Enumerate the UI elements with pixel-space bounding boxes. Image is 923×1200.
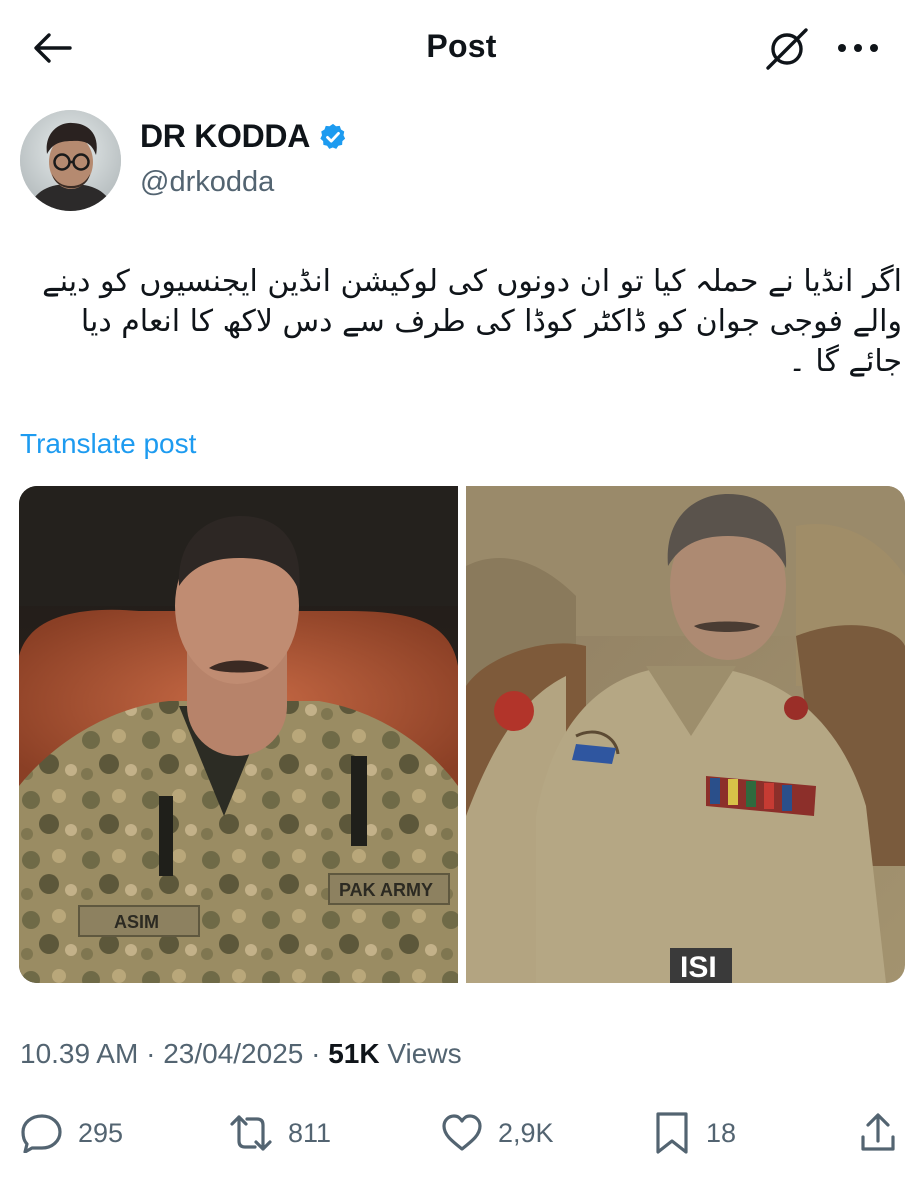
bookmark-icon [656, 1112, 688, 1154]
top-bar: Post [0, 0, 923, 96]
post-text: اگر انڈیا نے حملہ کیا تو ان دونوں کی لوک… [42, 264, 902, 379]
repost-button[interactable]: 811 [228, 1108, 331, 1158]
reply-button[interactable]: 295 [20, 1108, 123, 1158]
photo-right: ISI [466, 486, 905, 983]
meta-separator: · [146, 1038, 156, 1069]
bookmark-button[interactable]: 18 [652, 1108, 736, 1158]
post-media: PAK ARMY ASIM ISI [19, 486, 905, 983]
translate-post-link[interactable]: Translate post [20, 428, 196, 460]
views-count[interactable]: 51K [328, 1038, 379, 1069]
views-label: Views [387, 1038, 462, 1069]
like-button[interactable]: 2,9K [440, 1108, 554, 1158]
post-date[interactable]: 23/04/2025 [163, 1038, 303, 1069]
verified-badge-icon [320, 123, 346, 149]
reply-count: 295 [78, 1117, 124, 1148]
bookmark-count: 18 [706, 1117, 737, 1148]
grok-slash-icon [766, 28, 808, 70]
like-count: 2,9K [498, 1117, 554, 1148]
post-page: Post DR KODDA @drkodda اگر انڈیا نے حملہ… [0, 0, 923, 1200]
meta-separator: · [311, 1038, 321, 1069]
repost-icon [230, 1115, 272, 1151]
author-handle[interactable]: @drkodda [140, 166, 274, 199]
more-button[interactable] [828, 26, 888, 70]
display-name: DR KODDA [140, 118, 311, 154]
svg-text:PAK ARMY: PAK ARMY [339, 880, 433, 900]
media-photo-2[interactable]: ISI [466, 486, 905, 983]
media-overlay-text: ISI [680, 951, 717, 983]
grok-button[interactable] [760, 24, 814, 74]
avatar[interactable] [20, 110, 121, 211]
post-actions: 295 811 2,9K 18 [0, 1108, 923, 1158]
photo-left: PAK ARMY ASIM [19, 486, 458, 983]
author-name-row[interactable]: DR KODDA [140, 118, 348, 155]
heart-icon [442, 1114, 482, 1151]
share-icon [861, 1113, 895, 1151]
repost-count: 811 [288, 1117, 332, 1148]
post-meta: 10.39 AM · 23/04/2025 · 51K Views [20, 1038, 462, 1070]
media-photo-1[interactable]: PAK ARMY ASIM [19, 486, 458, 983]
svg-text:ASIM: ASIM [114, 912, 159, 932]
post-time[interactable]: 10.39 AM [20, 1038, 138, 1069]
more-horizontal-icon [838, 44, 878, 52]
reply-icon [21, 1114, 62, 1153]
share-button[interactable] [858, 1108, 898, 1158]
